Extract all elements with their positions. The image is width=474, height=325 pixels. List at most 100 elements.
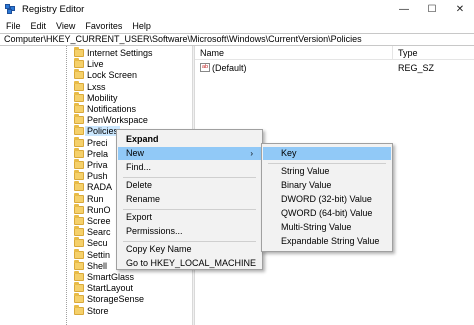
sub-qword-value[interactable]: QWORD (64-bit) Value — [263, 207, 391, 220]
tree-item[interactable]: Notifications — [0, 103, 192, 115]
sub-string-value[interactable]: String Value — [263, 165, 391, 178]
tree-item-label: Settin — [87, 249, 111, 260]
tree-item-label: Preci — [87, 137, 108, 148]
ctx-export[interactable]: Export — [118, 211, 261, 224]
sub-multi-string-value-label: Multi-String Value — [281, 222, 352, 232]
sub-multi-string-value[interactable]: Multi-String Value — [263, 221, 391, 234]
ctx-new[interactable]: New › — [118, 147, 261, 160]
title-bar: Registry Editor — ☐ ✕ — [0, 0, 474, 19]
value-name: (Default) — [212, 63, 247, 73]
registry-editor-icon — [5, 4, 16, 15]
tree-item[interactable]: Lock Screen — [0, 69, 192, 81]
menu-help[interactable]: Help — [128, 21, 155, 31]
tree-item-label: Shell — [87, 260, 108, 271]
tree-item-label: Run — [87, 193, 104, 204]
new-submenu: Key String Value Binary Value DWORD (32-… — [261, 143, 393, 252]
ctx-delete-label: Delete — [126, 180, 153, 190]
ctx-expand[interactable]: Expand — [118, 133, 261, 146]
tree-item[interactable]: PenWorkspace — [0, 114, 192, 126]
value-row[interactable]: ab (Default) REG_SZ — [195, 62, 474, 74]
folder-icon — [74, 159, 84, 169]
folder-icon — [74, 203, 84, 214]
tree-item-label: StartLayout — [87, 283, 134, 294]
folder-icon — [74, 259, 84, 270]
tree-item-label: Prela — [87, 148, 109, 159]
menu-file[interactable]: File — [2, 21, 25, 31]
tree-item-label: Policies — [85, 126, 121, 137]
column-name-header[interactable]: Name — [200, 48, 224, 58]
column-type-header[interactable]: Type — [398, 48, 418, 58]
sub-dword-value-label: DWORD (32-bit) Value — [281, 194, 372, 204]
ctx-delete[interactable]: Delete — [118, 179, 261, 192]
ctx-permissions[interactable]: Permissions... — [118, 225, 261, 238]
folder-icon — [74, 237, 84, 248]
string-value-icon: ab — [200, 63, 210, 72]
folder-icon — [74, 304, 84, 315]
folder-icon — [74, 125, 84, 136]
tree-item-label: Internet Settings — [87, 48, 153, 58]
sub-qword-value-label: QWORD (64-bit) Value — [281, 208, 373, 218]
tree-item[interactable]: Live — [0, 58, 192, 70]
folder-icon — [74, 248, 84, 259]
tree-item-label: StorageSense — [87, 294, 145, 305]
tree-item[interactable]: Lxss — [0, 80, 192, 93]
context-menu: Expand New › Find... Delete Rename Export… — [116, 129, 263, 270]
folder-icon — [74, 147, 84, 158]
folder-icon — [74, 80, 84, 91]
folder-icon — [74, 181, 84, 192]
minimize-button[interactable]: — — [390, 0, 418, 19]
close-button[interactable]: ✕ — [446, 0, 474, 19]
ctx-goto-hklm[interactable]: Go to HKEY_LOCAL_MACHINE — [118, 257, 261, 270]
ctx-rename-label: Rename — [126, 194, 161, 204]
sub-binary-value[interactable]: Binary Value — [263, 179, 391, 192]
tree-item[interactable]: StorageSense — [0, 293, 192, 305]
address-bar[interactable]: Computer\HKEY_CURRENT_USER\Software\Micr… — [0, 33, 474, 46]
column-divider[interactable] — [392, 46, 393, 60]
tree-item[interactable]: Store — [0, 304, 192, 317]
folder-icon — [74, 192, 84, 203]
tree-item-label: PenWorkspace — [87, 115, 148, 126]
tree-item[interactable]: Mobility — [0, 91, 192, 104]
tree-item[interactable]: Internet Settings — [0, 47, 192, 59]
ctx-copy-key-name[interactable]: Copy Key Name — [118, 243, 261, 256]
sub-expandable-string-value[interactable]: Expandable String Value — [263, 235, 391, 248]
sub-expandable-string-value-label: Expandable String Value — [281, 236, 380, 246]
tree-item-label: Mobility — [87, 92, 118, 103]
sub-key[interactable]: Key — [263, 147, 391, 160]
tree-item-label: RADA — [87, 182, 113, 193]
tree-item-label: Lock Screen — [87, 70, 138, 81]
menu-edit[interactable]: Edit — [27, 21, 51, 31]
maximize-button[interactable]: ☐ — [418, 0, 446, 19]
menu-separator — [123, 241, 256, 242]
chevron-right-icon: › — [250, 149, 253, 158]
tree-item-label: Scree — [87, 216, 111, 226]
tree-item-label: Secu — [87, 238, 108, 249]
sub-string-value-label: String Value — [281, 166, 330, 176]
tree-item-label: RunO — [87, 204, 111, 215]
menu-favorites[interactable]: Favorites — [81, 21, 126, 31]
ctx-rename[interactable]: Rename — [118, 193, 261, 206]
menu-view[interactable]: View — [52, 21, 79, 31]
tree-item[interactable]: StartLayout — [0, 282, 192, 294]
tree-item-label: Store — [87, 305, 109, 316]
column-header: Name Type — [195, 46, 474, 60]
folder-icon — [74, 136, 84, 147]
tree-item[interactable]: SmartGlass — [0, 271, 192, 283]
folder-icon — [74, 215, 84, 225]
sub-dword-value[interactable]: DWORD (32-bit) Value — [263, 193, 391, 206]
folder-icon — [74, 47, 84, 57]
folder-icon — [74, 170, 84, 181]
tree-item-label: Priva — [87, 160, 108, 170]
window-title: Registry Editor — [22, 4, 85, 15]
tree-item-label: Push — [87, 171, 108, 182]
folder-icon — [74, 226, 84, 237]
folder-icon — [74, 103, 84, 113]
folder-icon — [74, 282, 84, 293]
folder-icon — [74, 271, 84, 281]
ctx-copy-key-name-label: Copy Key Name — [126, 244, 192, 254]
value-type: REG_SZ — [398, 63, 435, 73]
sub-binary-value-label: Binary Value — [281, 180, 332, 190]
ctx-find[interactable]: Find... — [118, 161, 261, 174]
tree-item-label: Lxss — [87, 81, 106, 92]
menu-separator — [123, 177, 256, 178]
